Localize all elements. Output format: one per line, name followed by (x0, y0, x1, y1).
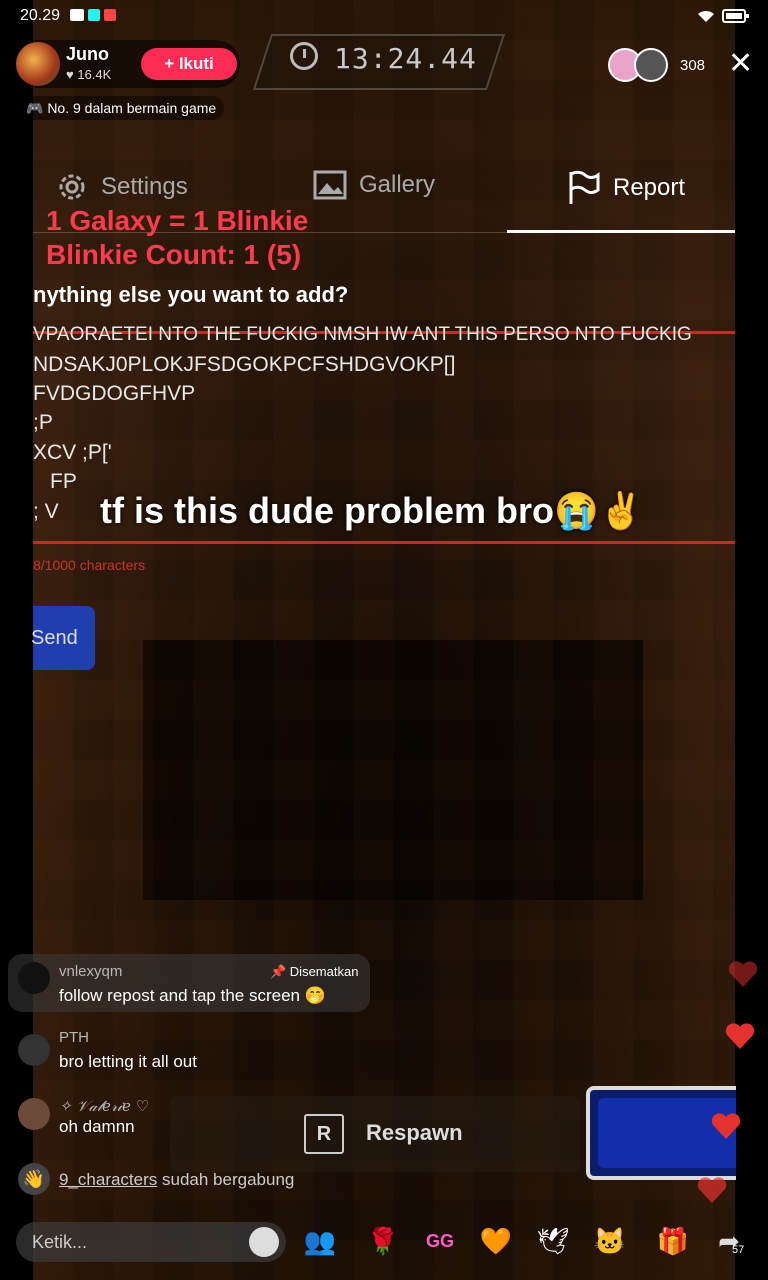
comment-placeholder: Ketik... (32, 1232, 88, 1252)
shadow-region (143, 640, 643, 900)
battery-icon (722, 9, 749, 23)
heart-gift-icon[interactable]: 🧡 (479, 1224, 513, 1258)
typed-line: FP (50, 470, 77, 493)
host-likes: ♥ 16.4K (66, 67, 112, 82)
gift-box-icon[interactable]: 🎁 (656, 1224, 690, 1258)
typed-line: FVDGDOGFHVP (33, 382, 196, 405)
host-avatar[interactable] (16, 42, 60, 86)
textarea-bottom-border (33, 541, 735, 544)
tab-gallery[interactable]: Gallery (313, 170, 435, 200)
overlay-caption: tf is this dude problem bro😭✌️ (100, 490, 644, 531)
comment-input[interactable]: Ketik... (16, 1222, 286, 1262)
bottom-bar: Ketik... 👥 🌹 GG 🧡 🕊 🐱 🎁 ➦ 57 (0, 1200, 768, 1280)
comment-text: oh damnn (59, 1117, 135, 1136)
comment-text: bro letting it all out (59, 1052, 197, 1071)
dove-gift-icon[interactable]: 🕊 (536, 1224, 570, 1258)
rank-tag[interactable]: 🎮 No. 9 dalam bermain game (18, 96, 225, 120)
character-counter: 8/1000 characters (33, 557, 146, 573)
tab-settings-label: Settings (101, 173, 188, 200)
typed-line: NDSAKJ0PLOKJFSDGOKPCFSHDGVOKP[] (33, 353, 456, 376)
follow-button[interactable]: + Ikuti (141, 48, 237, 80)
tab-report[interactable]: Report (567, 170, 685, 206)
status-bar: 20.29 (0, 0, 768, 32)
cat-gift-icon[interactable]: 🐱 (593, 1224, 627, 1258)
join-user: 9_characters sudah bergabung (59, 1170, 294, 1190)
comment-user[interactable]: vnlexyqm (59, 963, 122, 980)
pinned-comment[interactable]: vnlexyqm 📌 Disematkan follow repost and … (8, 954, 370, 1012)
tab-settings[interactable]: Settings (55, 170, 188, 204)
clock-icon (290, 42, 318, 70)
app-icon (104, 9, 116, 21)
viewer-list[interactable]: 308 (608, 48, 705, 82)
video-icon (70, 9, 84, 21)
tiktok-icon (88, 9, 100, 21)
emoji-icon[interactable] (249, 1227, 279, 1257)
join-username[interactable]: 9_characters (59, 1170, 157, 1189)
galaxy-rate: 1 Galaxy = 1 Blinkie (46, 205, 309, 236)
typed-line: VPAORAETEI NTO THE FUCKIG NMSH IW ANT TH… (33, 324, 692, 345)
share-count: 57 (732, 1244, 745, 1256)
comment-avatar[interactable] (18, 1034, 50, 1066)
game-timer: 13:24.44 (334, 42, 477, 75)
heart-icon (711, 1113, 741, 1139)
pinned-label: 📌 Disematkan (270, 964, 359, 979)
status-right (696, 8, 750, 24)
join-text: sudah bergabung (162, 1170, 295, 1189)
tab-gallery-label: Gallery (359, 171, 436, 198)
blinkie-counter: 1 Galaxy = 1 Blinkie Blinkie Count: 1 (5… (46, 204, 308, 272)
respawn-label: Respawn (366, 1120, 463, 1145)
gear-icon (59, 174, 85, 200)
comment-user[interactable]: PTH (59, 1029, 89, 1046)
heart-icon (697, 1177, 727, 1203)
comment-avatar[interactable] (18, 962, 50, 994)
heart-icon (725, 1023, 755, 1049)
image-icon (313, 170, 347, 200)
host-name: Juno (66, 44, 109, 64)
gg-gift-icon[interactable]: GG (423, 1224, 457, 1258)
likes-count: 16.4K (77, 67, 112, 82)
active-tab-indicator (507, 230, 735, 233)
host-info[interactable]: Juno ♥ 16.4K + Ikuti (14, 40, 240, 88)
send-button[interactable]: Send (31, 606, 95, 670)
flag-icon (569, 170, 600, 204)
wave-icon: 👋 (18, 1163, 50, 1195)
respawn-key: R (304, 1114, 344, 1154)
heart-icon (728, 961, 758, 987)
rose-gift-icon[interactable]: 🌹 (366, 1224, 400, 1258)
viewer-count: 308 (680, 56, 706, 74)
wifi-icon (698, 10, 714, 22)
typed-line: ;P (33, 411, 53, 434)
tab-report-label: Report (613, 174, 686, 201)
blinkie-count: Blinkie Count: 1 (5) (46, 239, 302, 270)
report-question: nything else you want to add? (33, 282, 349, 307)
multi-guest-icon[interactable]: 👥 (303, 1224, 337, 1258)
comment-user[interactable]: ✧ 𝒱𝒶𝓁𝑒𝓇𝒾𝑒 ♡ (59, 1097, 149, 1115)
status-time: 20.29 (20, 7, 61, 24)
comment-avatar[interactable] (18, 1098, 50, 1130)
typed-line: XCV ;P[' (33, 441, 112, 464)
typed-line: ; V (33, 500, 59, 523)
status-notification-icons (70, 9, 116, 21)
viewer-avatar[interactable] (634, 48, 668, 82)
comment-text: follow repost and tap the screen 🤭 (59, 986, 326, 1005)
close-icon[interactable]: ✕ (728, 49, 753, 79)
